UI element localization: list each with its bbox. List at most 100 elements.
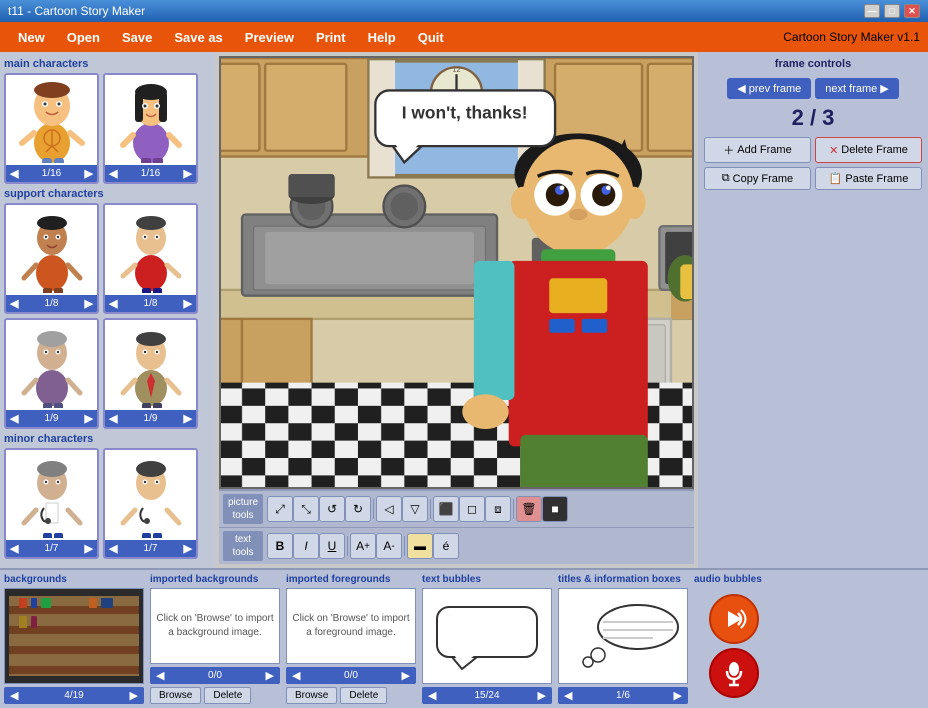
char-next-support-3[interactable]: ▶ bbox=[85, 412, 93, 425]
text-bubbles-prev[interactable]: ◀ bbox=[428, 689, 436, 702]
text-bubbles-counter: 15/24 bbox=[474, 690, 499, 701]
close-button[interactable]: ✕ bbox=[904, 4, 920, 18]
audio-play-button[interactable] bbox=[709, 594, 759, 644]
char-prev-support-4[interactable]: ◀ bbox=[109, 412, 117, 425]
tool-text-larger[interactable]: A+ bbox=[350, 533, 376, 559]
menu-new[interactable]: New bbox=[8, 26, 55, 49]
delete-frame-icon: ✕ bbox=[829, 144, 838, 157]
tool-layer-back[interactable]: ⬛ bbox=[433, 496, 459, 522]
imported-fg-next[interactable]: ▶ bbox=[402, 669, 410, 682]
tool-flip-h[interactable]: ◁ bbox=[376, 496, 402, 522]
tool-italic[interactable]: I bbox=[293, 533, 319, 559]
char-next-main-1[interactable]: ▶ bbox=[85, 167, 93, 180]
tool-layer-front[interactable]: ◻ bbox=[459, 496, 485, 522]
menubar: New Open Save Save as Preview Print Help… bbox=[0, 22, 928, 52]
imported-fg-actions: Browse Delete bbox=[286, 687, 416, 704]
char-prev-minor-2[interactable]: ◀ bbox=[109, 542, 117, 555]
minimize-button[interactable]: — bbox=[864, 4, 880, 18]
tool-clear[interactable]: ■ bbox=[542, 496, 568, 522]
char-card-minor-2[interactable]: ◀ 1/7 ▶ bbox=[103, 448, 198, 559]
tool-shrink[interactable]: ⤡ bbox=[293, 496, 319, 522]
imported-bg-next[interactable]: ▶ bbox=[266, 669, 274, 682]
char-prev-main-1[interactable]: ◀ bbox=[10, 167, 18, 180]
tool-text-smaller[interactable]: A- bbox=[376, 533, 402, 559]
char-prev-support-1[interactable]: ◀ bbox=[10, 297, 18, 310]
next-frame-button[interactable]: next frame ▶ bbox=[815, 78, 898, 99]
prev-frame-button[interactable]: ◀ prev frame bbox=[727, 78, 811, 99]
backgrounds-prev[interactable]: ◀ bbox=[10, 689, 18, 702]
char-card-main-1[interactable]: ◀ 1/16 ▶ bbox=[4, 73, 99, 184]
menu-preview[interactable]: Preview bbox=[235, 26, 304, 49]
char-prev-support-3[interactable]: ◀ bbox=[10, 412, 18, 425]
tool-rotate-left[interactable]: ↺ bbox=[319, 496, 345, 522]
text-bubbles-thumb[interactable] bbox=[422, 588, 552, 684]
char-card-support-2[interactable]: ◀ 1/8 ▶ bbox=[103, 203, 198, 314]
text-bubbles-next[interactable]: ▶ bbox=[538, 689, 546, 702]
audio-bubbles-section: audio bubbles bbox=[694, 574, 774, 704]
tool-expand[interactable]: ⤢ bbox=[267, 496, 293, 522]
support-characters-row-2: ◀ 1/9 ▶ bbox=[4, 318, 211, 429]
tool-mirror[interactable]: ⧈ bbox=[485, 496, 511, 522]
imported-fg-placeholder: Click on 'Browse' to import a foreground… bbox=[287, 608, 415, 644]
tool-text-color[interactable]: ▬ bbox=[407, 533, 433, 559]
char-card-support-1[interactable]: ◀ 1/8 ▶ bbox=[4, 203, 99, 314]
menu-open[interactable]: Open bbox=[57, 26, 110, 49]
text-tools-label: texttools bbox=[223, 531, 263, 561]
add-frame-button[interactable]: ＋ Add Frame bbox=[704, 137, 811, 163]
char-img-minor-2 bbox=[105, 450, 196, 540]
story-canvas[interactable]: 12 3 bbox=[219, 56, 694, 489]
maximize-button[interactable]: □ bbox=[884, 4, 900, 18]
tool-underline[interactable]: U bbox=[319, 533, 345, 559]
titles-section: titles & information boxes ◀ 1/6 ▶ bbox=[558, 574, 688, 704]
char-counter-support-1: 1/8 bbox=[45, 298, 59, 309]
imported-fg-delete[interactable]: Delete bbox=[340, 687, 387, 704]
imported-bg-browse[interactable]: Browse bbox=[150, 687, 201, 704]
tool-separator-3 bbox=[513, 499, 514, 519]
audio-record-button[interactable] bbox=[709, 648, 759, 698]
titles-prev[interactable]: ◀ bbox=[564, 689, 572, 702]
imported-bg-prev[interactable]: ◀ bbox=[156, 669, 164, 682]
char-prev-support-2[interactable]: ◀ bbox=[109, 297, 117, 310]
char-next-main-2[interactable]: ▶ bbox=[184, 167, 192, 180]
menu-save-as[interactable]: Save as bbox=[164, 26, 232, 49]
char-panel: main characters bbox=[0, 52, 215, 568]
imported-bg-delete[interactable]: Delete bbox=[204, 687, 251, 704]
char-next-support-1[interactable]: ▶ bbox=[85, 297, 93, 310]
char-card-main-2[interactable]: ◀ 1/16 ▶ bbox=[103, 73, 198, 184]
backgrounds-thumb[interactable] bbox=[4, 588, 144, 684]
char-card-support-4[interactable]: ◀ 1/9 ▶ bbox=[103, 318, 198, 429]
char-card-minor-1[interactable]: ◀ 1/7 ▶ bbox=[4, 448, 99, 559]
tool-special-char[interactable]: é bbox=[433, 533, 459, 559]
char-next-support-4[interactable]: ▶ bbox=[184, 412, 192, 425]
prev-frame-icon: ◀ bbox=[737, 82, 745, 95]
copy-frame-button[interactable]: ⧉ Copy Frame bbox=[704, 167, 811, 190]
tool-flip-v[interactable]: ▽ bbox=[402, 496, 428, 522]
imported-fg-prev[interactable]: ◀ bbox=[292, 669, 300, 682]
tool-separator-4 bbox=[347, 536, 348, 556]
char-nav-support-4: ◀ 1/9 ▶ bbox=[105, 410, 196, 427]
menu-help[interactable]: Help bbox=[358, 26, 406, 49]
paste-frame-button[interactable]: 📋 Paste Frame bbox=[815, 167, 922, 190]
imported-bg-label: imported backgrounds bbox=[150, 574, 280, 585]
titles-next[interactable]: ▶ bbox=[674, 689, 682, 702]
backgrounds-next[interactable]: ▶ bbox=[130, 689, 138, 702]
char-counter-support-3: 1/9 bbox=[45, 413, 59, 424]
char-next-minor-1[interactable]: ▶ bbox=[85, 542, 93, 555]
menu-quit[interactable]: Quit bbox=[408, 26, 454, 49]
char-next-support-2[interactable]: ▶ bbox=[184, 297, 192, 310]
titles-thumb[interactable] bbox=[558, 588, 688, 684]
menu-print[interactable]: Print bbox=[306, 26, 356, 49]
delete-frame-label: Delete Frame bbox=[841, 144, 908, 156]
menu-save[interactable]: Save bbox=[112, 26, 162, 49]
imported-fg-browse[interactable]: Browse bbox=[286, 687, 337, 704]
char-next-minor-2[interactable]: ▶ bbox=[184, 542, 192, 555]
tool-rotate-right[interactable]: ↻ bbox=[345, 496, 371, 522]
delete-frame-button[interactable]: ✕ Delete Frame bbox=[815, 137, 922, 163]
imported-fg-nav: ◀ 0/0 ▶ bbox=[286, 667, 416, 684]
imported-foregrounds-section: imported foregrounds Click on 'Browse' t… bbox=[286, 574, 416, 704]
tool-bold[interactable]: B bbox=[267, 533, 293, 559]
tool-delete[interactable]: 🗑 bbox=[516, 496, 542, 522]
char-prev-main-2[interactable]: ◀ bbox=[109, 167, 117, 180]
char-prev-minor-1[interactable]: ◀ bbox=[10, 542, 18, 555]
char-card-support-3[interactable]: ◀ 1/9 ▶ bbox=[4, 318, 99, 429]
